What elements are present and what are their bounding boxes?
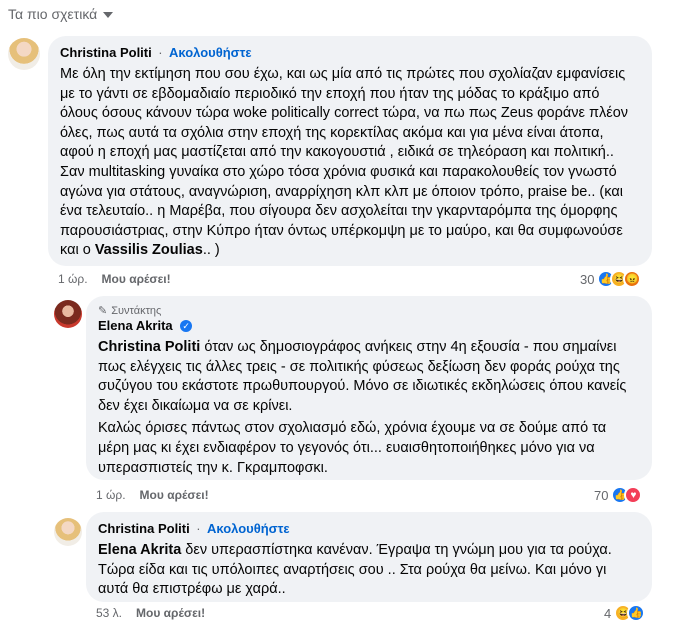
follow-link[interactable]: Ακολουθήστε — [169, 45, 252, 60]
verified-icon: ✓ — [180, 319, 193, 332]
avatar[interactable] — [54, 300, 82, 328]
comment-bubble: Christina Politi · Ακολουθήστε Elena Akr… — [86, 512, 652, 602]
timestamp[interactable]: 1 ώρ. — [96, 488, 126, 502]
reactions[interactable]: 30 👍 😆 😠 — [580, 270, 642, 288]
comment-text-end: .. ) — [202, 242, 220, 259]
comment-text-second: Καλώς όρισες πάντως στον σχολιασμό εδώ, … — [98, 420, 607, 476]
separator-dot: · — [196, 521, 201, 536]
reaction-count: 4 — [604, 605, 612, 621]
comment-text: Christina Politi όταν ως δημοσιογράφος α… — [98, 338, 640, 416]
comment-bubble: ✎ Συντάκτης Elena Akrita ✓ Christina Pol… — [86, 296, 652, 480]
mention-link[interactable]: Christina Politi — [98, 339, 200, 355]
comment-text-body: Με όλη την εκτίμηση που σου έχω, και ως … — [60, 66, 629, 259]
comment-meta: 1 ώρ. Μου αρέσει! — [96, 488, 209, 502]
timestamp[interactable]: 53 λ. — [96, 606, 122, 620]
separator-dot: · — [158, 45, 163, 60]
comment-meta: 1 ώρ. Μου αρέσει! — [58, 272, 171, 286]
comment-meta: 53 λ. Μου αρέσει! — [96, 606, 205, 620]
reaction-count: 30 — [580, 271, 595, 287]
angry-reaction-icon: 😠 — [623, 270, 642, 288]
sort-dropdown[interactable]: Τα πιο σχετικά — [8, 6, 114, 22]
author-badge: ✎ Συντάκτης — [98, 304, 640, 318]
love-reaction-icon: ♥ — [624, 486, 643, 504]
comment-author[interactable]: Elena Akrita — [98, 318, 173, 333]
comment-author[interactable]: Christina Politi — [60, 45, 152, 60]
mention-link[interactable]: Elena Akrita — [98, 542, 181, 558]
like-button[interactable]: Μου αρέσει! — [140, 488, 209, 502]
badge-label: Συντάκτης — [111, 304, 162, 317]
like-reaction-icon: 👍 — [627, 604, 646, 622]
reaction-count: 70 — [594, 487, 609, 503]
like-button[interactable]: Μου αρέσει! — [136, 606, 205, 620]
comment-text: Με όλη την εκτίμηση που σου έχω, και ως … — [60, 65, 640, 261]
timestamp[interactable]: 1 ώρ. — [58, 272, 88, 286]
pen-icon: ✎ — [98, 305, 108, 317]
reactions[interactable]: 4 😆 👍 — [604, 604, 646, 622]
chevron-down-icon — [103, 12, 114, 18]
mention-link[interactable]: Vassilis Zoulias — [95, 242, 203, 258]
follow-link[interactable]: Ακολουθήστε — [207, 521, 290, 536]
sort-label: Τα πιο σχετικά — [8, 6, 98, 22]
avatar[interactable] — [54, 518, 82, 546]
comment-author[interactable]: Christina Politi — [98, 521, 190, 536]
avatar[interactable] — [8, 38, 40, 70]
comment-bubble: Christina Politi · Ακολουθήστε Με όλη τη… — [48, 36, 652, 266]
reactions[interactable]: 70 👍 ♥ — [594, 486, 643, 504]
comment-text: Elena Akrita δεν υπερασπίστηκα κανέναν. … — [98, 541, 640, 600]
like-button[interactable]: Μου αρέσει! — [102, 272, 171, 286]
